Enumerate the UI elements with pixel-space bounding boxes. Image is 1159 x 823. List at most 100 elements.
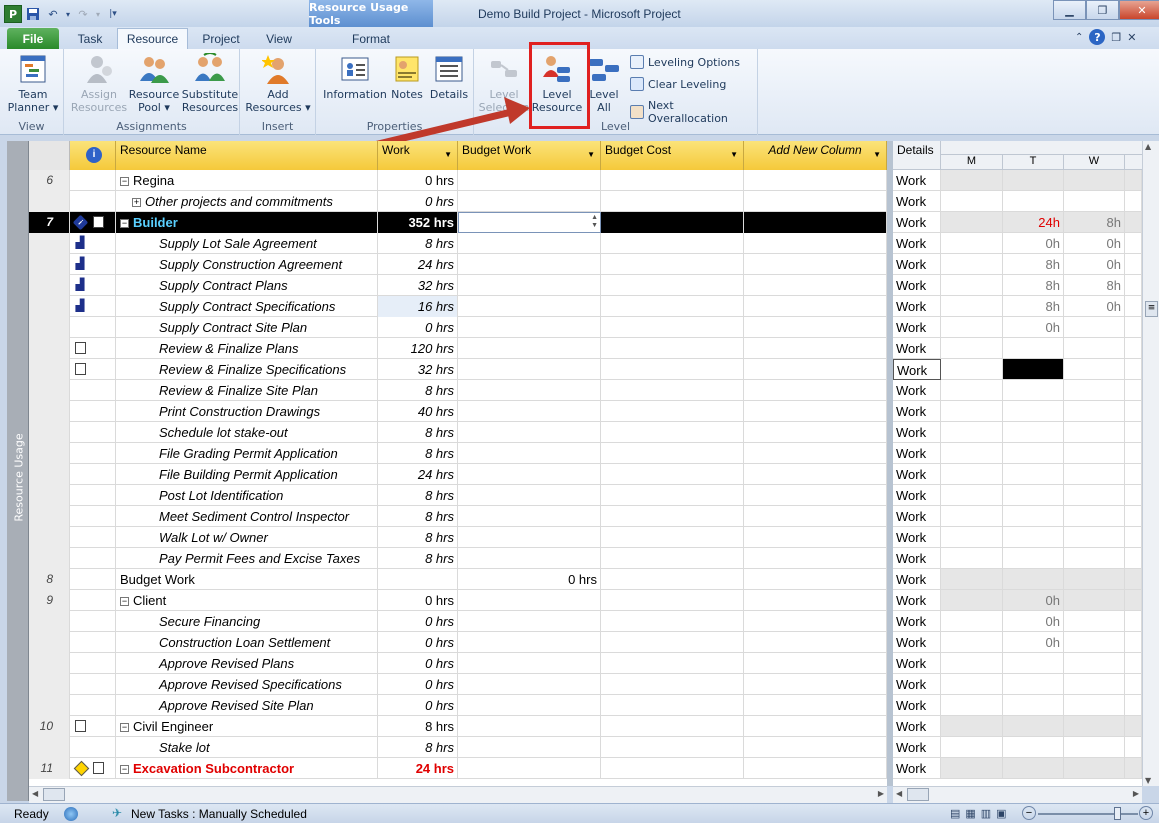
budget-work-cell[interactable] <box>458 317 601 338</box>
assignment-row[interactable]: Construction Loan Settlement 0 hrs <box>29 632 887 653</box>
day-m-cell[interactable] <box>941 233 1003 254</box>
row-id[interactable] <box>29 338 70 359</box>
zoom-out-icon[interactable]: − <box>1022 806 1036 820</box>
add-new-column-cell[interactable] <box>744 695 887 716</box>
day-t-cell[interactable]: 8h <box>1003 254 1064 275</box>
add-new-column-cell[interactable] <box>744 485 887 506</box>
day-next-cell[interactable] <box>1125 548 1142 569</box>
timephased-row[interactable]: Work <box>893 464 1142 485</box>
day-w-cell[interactable] <box>1064 527 1125 548</box>
resource-sheet-grid[interactable]: i Resource Name Work ▼ Budget Work ▼ Budge… <box>29 141 887 786</box>
work-cell[interactable]: 24 hrs <box>378 464 458 485</box>
scroll-right-icon[interactable]: ▶ <box>878 789 884 798</box>
tab-project[interactable]: Project <box>192 28 250 49</box>
budget-cost-cell[interactable] <box>601 527 744 548</box>
day-w-cell[interactable] <box>1064 380 1125 401</box>
budget-work-cell[interactable] <box>458 233 601 254</box>
assignment-row[interactable]: ▟ Supply Contract Specifications 16 hrs <box>29 296 887 317</box>
budget-work-cell[interactable] <box>458 359 601 380</box>
resource-name-cell[interactable]: Construction Loan Settlement <box>116 632 378 653</box>
scroll-thumb[interactable] <box>907 788 929 801</box>
day-t-cell[interactable] <box>1003 170 1064 191</box>
collapse-icon[interactable]: − <box>120 765 129 774</box>
scroll-thumb[interactable] <box>43 788 65 801</box>
day-next-cell[interactable] <box>1125 506 1142 527</box>
day-w-cell[interactable]: 0h <box>1064 296 1125 317</box>
timephased-row[interactable]: Work 8h 0h <box>893 254 1142 275</box>
resource-name-cell[interactable]: Stake lot <box>116 737 378 758</box>
resource-name-cell[interactable]: Approve Revised Specifications <box>116 674 378 695</box>
undo-icon[interactable]: ↶ <box>44 5 62 23</box>
budget-cost-cell[interactable] <box>601 548 744 569</box>
minimize-icon[interactable]: ▁ <box>1053 0 1086 20</box>
row-id[interactable] <box>29 359 70 380</box>
row-id[interactable] <box>29 485 70 506</box>
resource-name-cell[interactable]: Supply Construction Agreement <box>116 254 378 275</box>
day-w-cell[interactable] <box>1064 170 1125 191</box>
day-m-cell[interactable] <box>941 359 1003 380</box>
assignment-row[interactable]: Review & Finalize Plans 120 hrs <box>29 338 887 359</box>
work-cell[interactable]: 8 hrs <box>378 737 458 758</box>
resource-row[interactable]: 7 i − Builder 352 hrs ▲ ▼ <box>29 212 887 233</box>
day-w-cell[interactable] <box>1064 758 1125 779</box>
team-planner-button[interactable]: Team Planner ▾ <box>8 53 58 114</box>
work-cell[interactable]: 32 hrs <box>378 275 458 296</box>
day-next-cell[interactable] <box>1125 716 1142 737</box>
resource-name-cell[interactable]: − Regina <box>116 170 378 191</box>
scroll-right-icon[interactable]: ▶ <box>1133 789 1139 798</box>
resource-row[interactable]: 10− Civil Engineer 8 hrs <box>29 716 887 737</box>
resource-name-cell[interactable]: Schedule lot stake-out <box>116 422 378 443</box>
timephased-row[interactable]: Work <box>893 569 1142 590</box>
minimize-ribbon-icon[interactable]: ⌃ <box>1075 32 1083 43</box>
work-cell[interactable] <box>378 569 458 590</box>
row-id[interactable] <box>29 695 70 716</box>
day-next-cell[interactable] <box>1125 170 1142 191</box>
resource-name-cell[interactable]: − Builder <box>116 212 378 233</box>
day-next-cell[interactable] <box>1125 191 1142 212</box>
work-cell[interactable]: 0 hrs <box>378 191 458 212</box>
day-next-cell[interactable] <box>1125 758 1142 779</box>
row-id[interactable] <box>29 233 70 254</box>
budget-cost-cell[interactable] <box>601 695 744 716</box>
day-w-cell[interactable] <box>1064 422 1125 443</box>
budget-work-cell[interactable] <box>458 737 601 758</box>
resource-name-cell[interactable]: − Civil Engineer <box>116 716 378 737</box>
work-cell[interactable]: 8 hrs <box>378 506 458 527</box>
save-icon[interactable] <box>24 5 42 23</box>
assignment-row[interactable]: Meet Sediment Control Inspector 8 hrs <box>29 506 887 527</box>
scroll-down-icon[interactable]: ▼ <box>1145 776 1151 785</box>
day-w-cell[interactable] <box>1064 191 1125 212</box>
scroll-left-icon[interactable]: ◀ <box>32 789 38 798</box>
day-m-cell[interactable] <box>941 443 1003 464</box>
work-cell[interactable]: 0 hrs <box>378 317 458 338</box>
assignment-row[interactable]: Stake lot 8 hrs <box>29 737 887 758</box>
add-new-column-cell[interactable] <box>744 338 887 359</box>
add-new-column-cell[interactable] <box>744 737 887 758</box>
budget-work-cell[interactable] <box>458 296 601 317</box>
timephased-row[interactable]: Work 8h 8h <box>893 275 1142 296</box>
work-cell[interactable]: 40 hrs <box>378 401 458 422</box>
work-cell[interactable]: 16 hrs <box>378 296 458 317</box>
day-t-cell[interactable]: 0h <box>1003 632 1064 653</box>
budget-work-cell[interactable] <box>458 464 601 485</box>
day-m-cell[interactable] <box>941 317 1003 338</box>
row-id[interactable] <box>29 401 70 422</box>
work-cell[interactable]: 352 hrs <box>378 212 458 233</box>
work-cell[interactable]: 8 hrs <box>378 485 458 506</box>
day-t-cell[interactable] <box>1003 464 1064 485</box>
assignment-row[interactable]: Review & Finalize Site Plan 8 hrs <box>29 380 887 401</box>
day-m-cell[interactable] <box>941 464 1003 485</box>
tab-task[interactable]: Task <box>66 28 114 49</box>
chevron-down-icon[interactable]: ▼ <box>587 150 595 159</box>
resource-name-cell[interactable]: Review & Finalize Plans <box>116 338 378 359</box>
day-next-cell[interactable] <box>1125 611 1142 632</box>
column-header-add-new-column[interactable]: Add New Column ▼ <box>744 141 887 170</box>
add-new-column-cell[interactable] <box>744 317 887 338</box>
assignment-row[interactable]: Approve Revised Plans 0 hrs <box>29 653 887 674</box>
budget-cost-cell[interactable] <box>601 758 744 779</box>
overallocation-chart-icon[interactable]: ▟ <box>73 257 87 272</box>
add-new-column-cell[interactable] <box>744 569 887 590</box>
resource-name-cell[interactable]: Post Lot Identification <box>116 485 378 506</box>
timephased-row[interactable]: Work 0h <box>893 317 1142 338</box>
budget-cost-cell[interactable] <box>601 590 744 611</box>
